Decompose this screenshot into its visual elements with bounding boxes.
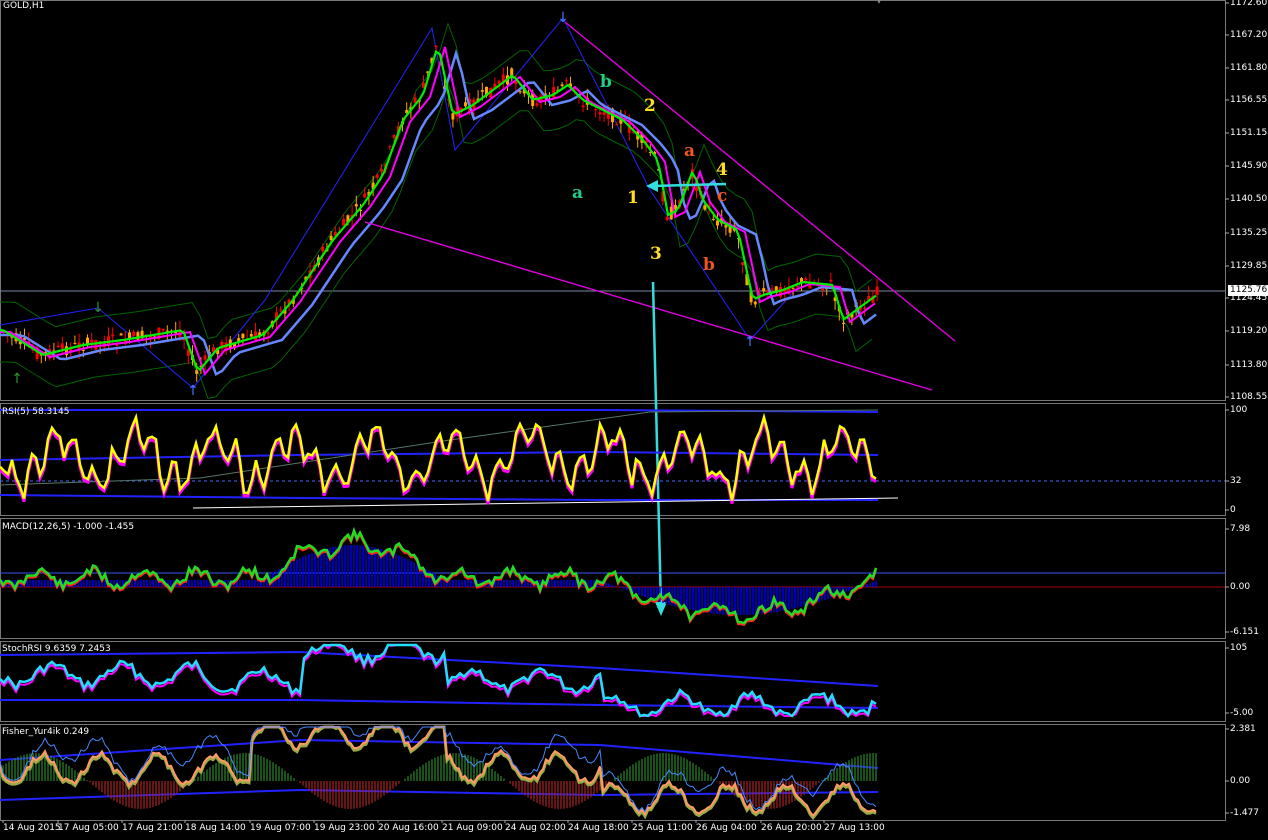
rsi-title: RSI(5) 58.3145 (2, 407, 70, 417)
vertical-arrow[interactable] (651, 281, 663, 609)
time-tick-label: 24 Aug 02:00 (505, 823, 566, 833)
lower-trendline[interactable] (364, 221, 933, 391)
fisher-title: Fisher_Yur4ik 0.249 (2, 727, 90, 737)
price-tick-label: 1129.85 (1230, 261, 1268, 271)
time-tick-label: 20 Aug 16:00 (378, 823, 439, 833)
price-tick-label: 1113.80 (1230, 360, 1268, 370)
time-tick-label: 19 Aug 23:00 (314, 823, 375, 833)
macd-tick-label: -6.151 (1230, 627, 1260, 637)
stoch-tick-label: 105 (1230, 643, 1248, 653)
time-tick-label: 25 Aug 11:00 (632, 823, 693, 833)
wave-label: a (572, 183, 584, 203)
fractal-top-arrow: ↓ (557, 10, 569, 26)
time-tick-label: 14 Aug 2015 (3, 823, 61, 833)
chart-canvas[interactable]: ↓ ↑ ↑ ↓ ↑ ▾ (0, 0, 1268, 840)
trend-channel-lines[interactable] (364, 21, 956, 391)
wave-label: 3 (650, 244, 662, 264)
symbol-title: GOLD,H1 (3, 1, 45, 11)
time-tick-label: 24 Aug 18:00 (568, 823, 629, 833)
wave-label: c (717, 186, 728, 206)
time-tick-label: 26 Aug 04:00 (696, 823, 757, 833)
price-tick-label: 1108.55 (1230, 392, 1268, 402)
rsi-tick-label: 32 (1230, 476, 1242, 486)
macd-tick-label: 7.98 (1230, 524, 1251, 534)
price-tick-label: 1151.15 (1230, 128, 1268, 138)
fractal-up-arrow: ↑ (11, 371, 23, 387)
macd-pane (0, 526, 1225, 627)
moving-averages (0, 46, 877, 376)
wave-label: b (703, 255, 715, 275)
price-tick-label: 1135.25 (1230, 228, 1268, 238)
wave-label: 1 (627, 188, 639, 208)
wave-label: b (600, 72, 612, 92)
fisher-tick-label: 2.381 (1230, 724, 1256, 734)
macd-title: MACD(12,26,5) -1.000 -1.455 (2, 522, 135, 532)
price-tick-label: 1167.20 (1230, 30, 1268, 40)
time-tick-label: 21 Aug 09:00 (442, 823, 503, 833)
price-candles (2, 45, 879, 382)
wave-label: 4 (716, 160, 728, 180)
wave-label: a (684, 141, 696, 161)
fisher-tick-label: 0.00 (1230, 776, 1251, 786)
wave-label: 2 (644, 96, 656, 116)
time-tick-label: 19 Aug 07:00 (250, 823, 311, 833)
stochrsi-pane (0, 643, 879, 719)
stochrsi-title: StochRSI 9.6359 7.2453 (2, 644, 111, 654)
current-price-label: 1125.76 (1228, 285, 1268, 296)
rsi-tick-label: 0 (1230, 505, 1236, 515)
fractal-up-arrow: ↓ (92, 300, 104, 316)
time-tick-label: 26 Aug 20:00 (761, 823, 822, 833)
time-tick-label: 17 Aug 05:00 (58, 823, 119, 833)
stoch-tick-label: -5.00 (1230, 708, 1254, 718)
time-tick-label: 17 Aug 21:00 (122, 823, 183, 833)
fractal-down-arrow: ↑ (187, 383, 199, 399)
macd-tick-label: 0.00 (1230, 582, 1251, 592)
price-tick-label: 1156.55 (1230, 95, 1268, 105)
time-tick-label: 27 Aug 13:00 (824, 823, 885, 833)
rsi-pane (0, 409, 1225, 509)
shift-marker-icon[interactable]: ▾ (877, 0, 881, 6)
price-tick-label: 1119.20 (1230, 326, 1268, 336)
fisher-tick-label: -1.477 (1230, 808, 1260, 818)
price-tick-label: 1172.60 (1230, 0, 1268, 8)
price-tick-label: 1145.90 (1230, 161, 1268, 171)
price-tick-label: 1140.50 (1230, 194, 1268, 204)
rsi-tick-label: 100 (1230, 405, 1248, 415)
price-tick-label: 1161.80 (1230, 63, 1268, 73)
fractal-bottom-arrow: ↑ (744, 334, 756, 350)
fisher-pane (0, 725, 879, 821)
time-tick-label: 18 Aug 14:00 (185, 823, 246, 833)
